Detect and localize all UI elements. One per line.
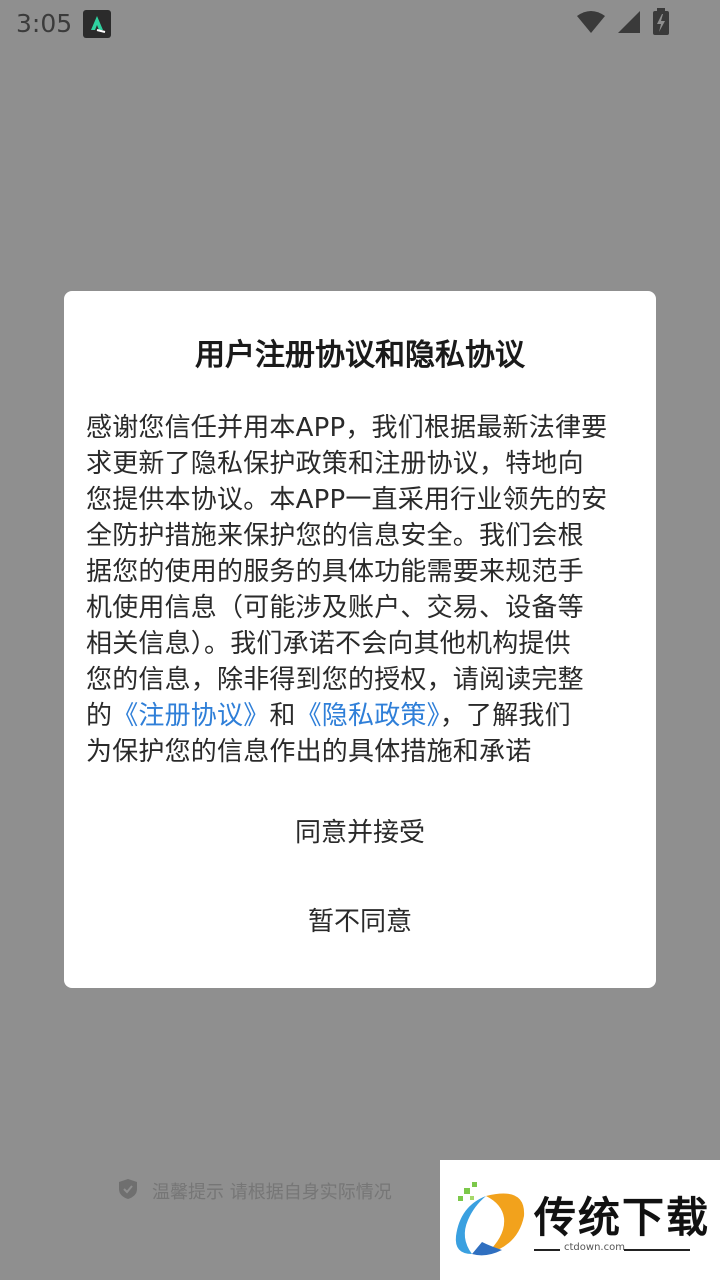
body-line: 相关信息）。我们承诺不会向其他机构提供 <box>86 629 571 659</box>
status-icons <box>576 8 670 40</box>
dialog-body: 感谢您信任并用本APP，我们根据最新法律要 求更新了隐私保护政策和注册协议，特地… <box>86 410 634 770</box>
body-line: 感谢您信任并用本APP，我们根据最新法律要 <box>86 413 608 443</box>
disagree-button[interactable]: 暂不同意 <box>64 887 656 957</box>
watermark-divider <box>534 1249 560 1251</box>
watermark: 传统下载 ctdown.com <box>440 1160 720 1280</box>
body-text: 和 <box>269 701 296 731</box>
watermark-url: ctdown.com <box>564 1242 625 1253</box>
app-notification-icon <box>83 10 111 38</box>
register-agreement-link[interactable]: 《注册协议》 <box>112 701 269 731</box>
bottom-tip-text: 温馨提示 请根据自身实际情况 <box>152 1182 392 1203</box>
body-line: 您的信息，除非得到您的授权，请阅读完整 <box>86 665 584 695</box>
body-line: 您提供本协议。本APP一直采用行业领先的安 <box>86 485 608 515</box>
body-text: ，了解我们 <box>439 701 571 731</box>
agree-button[interactable]: 同意并接受 <box>64 798 656 868</box>
dialog-title: 用户注册协议和隐私协议 <box>195 338 525 373</box>
watermark-brand: 传统下载 <box>534 1193 711 1242</box>
body-text: 的 <box>86 701 113 731</box>
status-bar: 3:05 <box>0 0 720 50</box>
body-line: 为保护您的信息作出的具体措施和承诺 <box>86 737 532 767</box>
body-line: 据您的使用的服务的具体功能需要来规范手 <box>86 557 584 587</box>
privacy-policy-link[interactable]: 《隐私政策》 <box>296 701 440 731</box>
signal-icon <box>616 10 642 38</box>
body-line: 的《注册协议》和《隐私政策》，了解我们 <box>86 698 634 734</box>
bottom-tip: 温馨提示 请根据自身实际情况 <box>118 1176 392 1206</box>
body-line: 机使用信息（可能涉及账户、交易、设备等 <box>86 593 584 623</box>
wifi-icon <box>576 10 606 38</box>
watermark-divider <box>624 1249 690 1251</box>
shield-icon <box>118 1178 138 1205</box>
body-line: 求更新了隐私保护政策和注册协议，特地向 <box>86 449 584 479</box>
battery-icon <box>652 8 670 40</box>
status-time: 3:05 <box>16 9 73 38</box>
body-line: 全防护措施来保护您的信息安全。我们会根 <box>86 521 584 551</box>
